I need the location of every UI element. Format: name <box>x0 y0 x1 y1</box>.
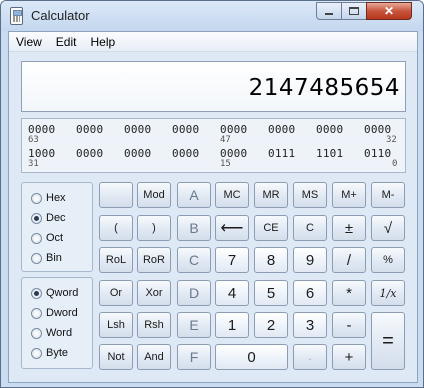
menu-edit[interactable]: Edit <box>49 32 84 52</box>
hex-c-button[interactable]: C <box>177 247 211 273</box>
digit-4-button[interactable]: 4 <box>215 280 249 306</box>
bit-index-15: 15 <box>220 159 231 169</box>
digit-8-button[interactable]: 8 <box>254 247 288 273</box>
bit-nibble[interactable]: 0000 <box>76 123 103 136</box>
bit-nibble[interactable]: 0110 <box>364 147 391 160</box>
hex-f-button[interactable]: F <box>177 344 211 370</box>
digit-6-button[interactable]: 6 <box>293 280 327 306</box>
rotate-right-button[interactable]: RoR <box>137 247 171 273</box>
radio-bin[interactable]: Bin <box>31 252 62 264</box>
negate-button[interactable]: ± <box>332 215 366 241</box>
or-button[interactable]: Or <box>99 280 133 306</box>
hex-d-button[interactable]: D <box>177 280 211 306</box>
backspace-arrow-icon: ⟵ <box>220 220 244 237</box>
bit-index-47: 47 <box>220 135 231 145</box>
bit-nibble[interactable]: 0000 <box>124 123 151 136</box>
not-button[interactable]: Not <box>99 344 133 370</box>
word-size-group: Qword Dword Word Byte <box>21 277 93 369</box>
bit-nibble[interactable]: 0000 <box>172 123 199 136</box>
clear-button[interactable]: C <box>293 215 327 241</box>
square-root-button[interactable]: √ <box>371 215 405 241</box>
left-shift-button[interactable]: Lsh <box>99 312 133 338</box>
title-bar[interactable]: Calculator ✕ <box>1 1 423 31</box>
bit-index-31: 31 <box>28 159 39 169</box>
radio-button[interactable] <box>31 307 42 319</box>
memory-store-button[interactable]: MS <box>293 182 327 208</box>
radio-button[interactable] <box>31 327 42 339</box>
window-title: Calculator <box>31 8 90 23</box>
multiply-button[interactable]: * <box>332 280 366 306</box>
decimal-point-button[interactable]: . <box>293 344 327 370</box>
digit-5-button[interactable]: 5 <box>254 280 288 306</box>
display-value: 2147485654 <box>248 75 400 101</box>
memory-clear-button[interactable]: MC <box>215 182 249 208</box>
radio-button[interactable] <box>31 252 42 264</box>
equals-button[interactable]: = <box>371 312 405 370</box>
close-paren-button[interactable]: ) <box>137 215 171 241</box>
radio-dec[interactable]: Dec <box>31 212 66 224</box>
digit-3-button[interactable]: 3 <box>293 312 327 338</box>
radio-button-selected[interactable] <box>31 287 42 299</box>
maximize-button[interactable] <box>341 2 367 20</box>
hex-e-button[interactable]: E <box>177 312 211 338</box>
minimize-icon <box>325 13 333 15</box>
memory-recall-button[interactable]: MR <box>254 182 288 208</box>
percent-button[interactable]: % <box>371 247 405 273</box>
right-shift-button[interactable]: Rsh <box>137 312 171 338</box>
divide-button[interactable]: / <box>332 247 366 273</box>
memory-add-button[interactable]: M+ <box>332 182 366 208</box>
reciprocal-button[interactable]: 1/x <box>371 280 405 306</box>
minimize-button[interactable] <box>316 2 342 20</box>
close-button[interactable]: ✕ <box>366 2 412 20</box>
hex-b-button[interactable]: B <box>177 215 211 241</box>
mod-button[interactable]: Mod <box>137 182 171 208</box>
blank-key[interactable] <box>99 182 133 208</box>
maximize-icon <box>349 7 359 15</box>
bit-nibble[interactable]: 0000 <box>172 147 199 160</box>
digit-0-button[interactable]: 0 <box>215 344 288 370</box>
number-base-group: Hex Dec Oct Bin <box>21 182 93 272</box>
radio-qword[interactable]: Qword <box>31 287 78 299</box>
rotate-left-button[interactable]: RoL <box>99 247 133 273</box>
hex-a-button[interactable]: A <box>177 182 211 208</box>
bit-nibble[interactable]: 0000 <box>124 147 151 160</box>
radio-oct[interactable]: Oct <box>31 232 63 244</box>
bit-nibble[interactable]: 0000 <box>268 123 295 136</box>
digit-2-button[interactable]: 2 <box>254 312 288 338</box>
xor-button[interactable]: Xor <box>137 280 171 306</box>
radio-button[interactable] <box>31 347 42 359</box>
add-button[interactable]: + <box>332 344 366 370</box>
subtract-button[interactable]: - <box>332 312 366 338</box>
bit-index-32: 32 <box>386 135 397 145</box>
and-button[interactable]: And <box>137 344 171 370</box>
calculator-window: Calculator ✕ View Edit Help 2147485654 0… <box>0 0 424 388</box>
digit-9-button[interactable]: 9 <box>293 247 327 273</box>
radio-hex[interactable]: Hex <box>31 192 66 204</box>
digit-1-button[interactable]: 1 <box>215 312 249 338</box>
menu-bar: View Edit Help <box>9 32 417 52</box>
bit-nibble[interactable]: 0111 <box>268 147 295 160</box>
close-icon: ✕ <box>383 4 395 18</box>
clear-entry-button[interactable]: CE <box>254 215 288 241</box>
memory-subtract-button[interactable]: M- <box>371 182 405 208</box>
radio-button-selected[interactable] <box>31 212 42 224</box>
bit-nibble[interactable]: 0000 <box>316 123 343 136</box>
backspace-button[interactable]: ⟵ <box>215 215 249 241</box>
menu-view[interactable]: View <box>9 32 49 52</box>
bit-index-63: 63 <box>28 135 39 145</box>
radio-button[interactable] <box>31 232 42 244</box>
bit-nibble[interactable]: 0000 <box>76 147 103 160</box>
radio-byte[interactable]: Byte <box>31 347 68 359</box>
open-paren-button[interactable]: ( <box>99 215 133 241</box>
digit-7-button[interactable]: 7 <box>215 247 249 273</box>
radio-dword[interactable]: Dword <box>31 307 78 319</box>
radio-button[interactable] <box>31 192 42 204</box>
bit-index-0: 0 <box>392 159 398 169</box>
radio-word[interactable]: Word <box>31 327 72 339</box>
bit-display-panel: 0000 0000 0000 0000 0000 0000 0000 0000 … <box>21 118 406 173</box>
result-display: 2147485654 <box>21 61 406 112</box>
calculator-app-icon <box>10 7 23 25</box>
bit-nibble[interactable]: 1101 <box>316 147 343 160</box>
menu-help[interactable]: Help <box>83 32 122 52</box>
